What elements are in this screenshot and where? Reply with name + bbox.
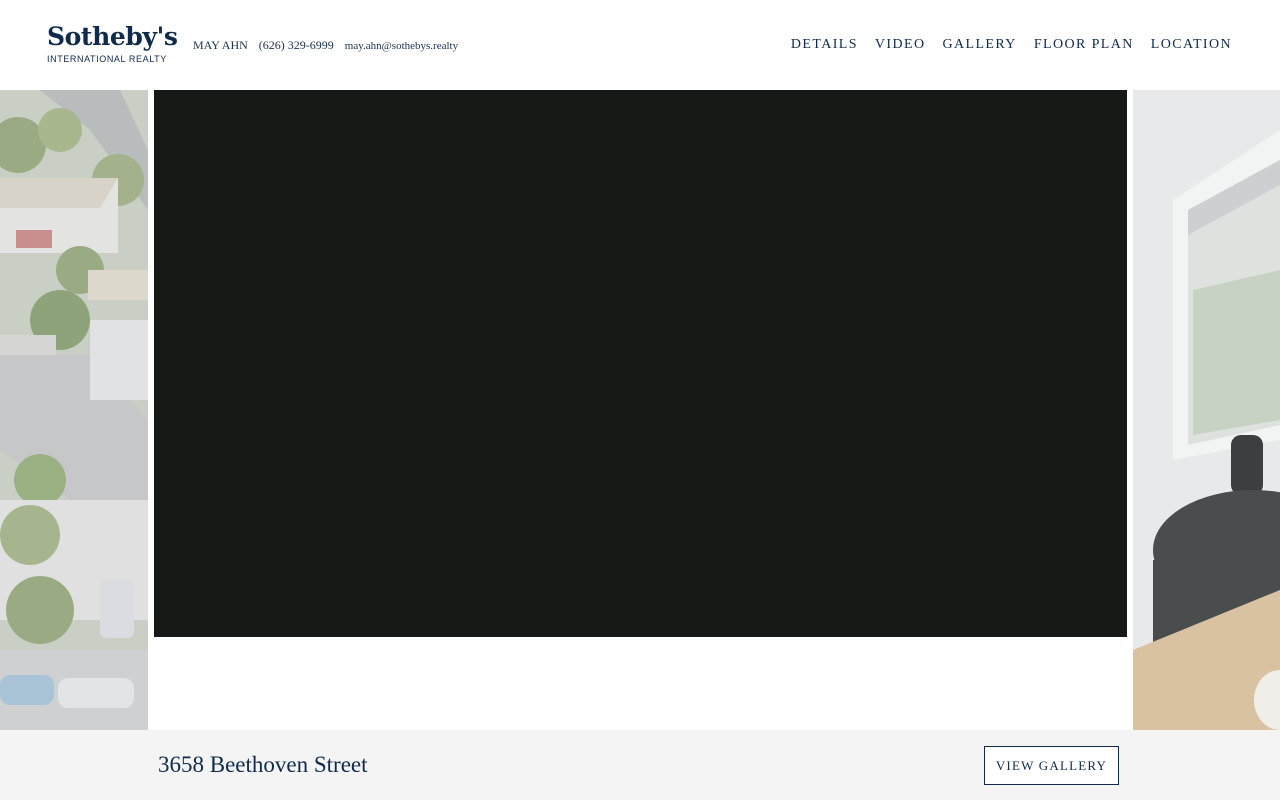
nav-gallery[interactable]: GALLERY [942, 37, 1016, 53]
main-nav: DETAILS VIDEO GALLERY FLOOR PLAN LOCATIO… [791, 37, 1232, 53]
nav-details[interactable]: DETAILS [791, 37, 858, 53]
nav-video[interactable]: VIDEO [875, 37, 926, 53]
aerial-photo-illustration [0, 90, 148, 730]
interior-living-room-photo[interactable] [1133, 90, 1280, 730]
agent-phone[interactable]: (626) 329-6999 [259, 38, 334, 52]
nav-floor-plan[interactable]: FLOOR PLAN [1034, 37, 1134, 53]
agent-contact: MAY AHN (626) 329-6999 may.ahn@sothebys.… [193, 38, 466, 53]
nav-location[interactable]: LOCATION [1151, 37, 1232, 53]
sothebys-logo[interactable]: Sotheby's INTERNATIONAL REALTY [47, 22, 178, 64]
agent-email[interactable]: may.ahn@sothebys.realty [345, 40, 458, 52]
logo-wordmark: Sotheby's [47, 22, 178, 51]
listing-address: 3658 Beethoven Street [158, 752, 368, 777]
view-gallery-button[interactable]: VIEW GALLERY [984, 746, 1119, 785]
site-header: Sotheby's INTERNATIONAL REALTY MAY AHN (… [0, 0, 1280, 90]
listing-footer-bar: 3658 Beethoven Street VIEW GALLERY [0, 730, 1280, 800]
agent-name: MAY AHN [193, 38, 248, 52]
video-player[interactable] [154, 90, 1127, 637]
interior-photo-illustration [1133, 90, 1280, 730]
logo-subtitle: INTERNATIONAL REALTY [47, 54, 167, 64]
aerial-neighborhood-photo[interactable] [0, 90, 148, 730]
